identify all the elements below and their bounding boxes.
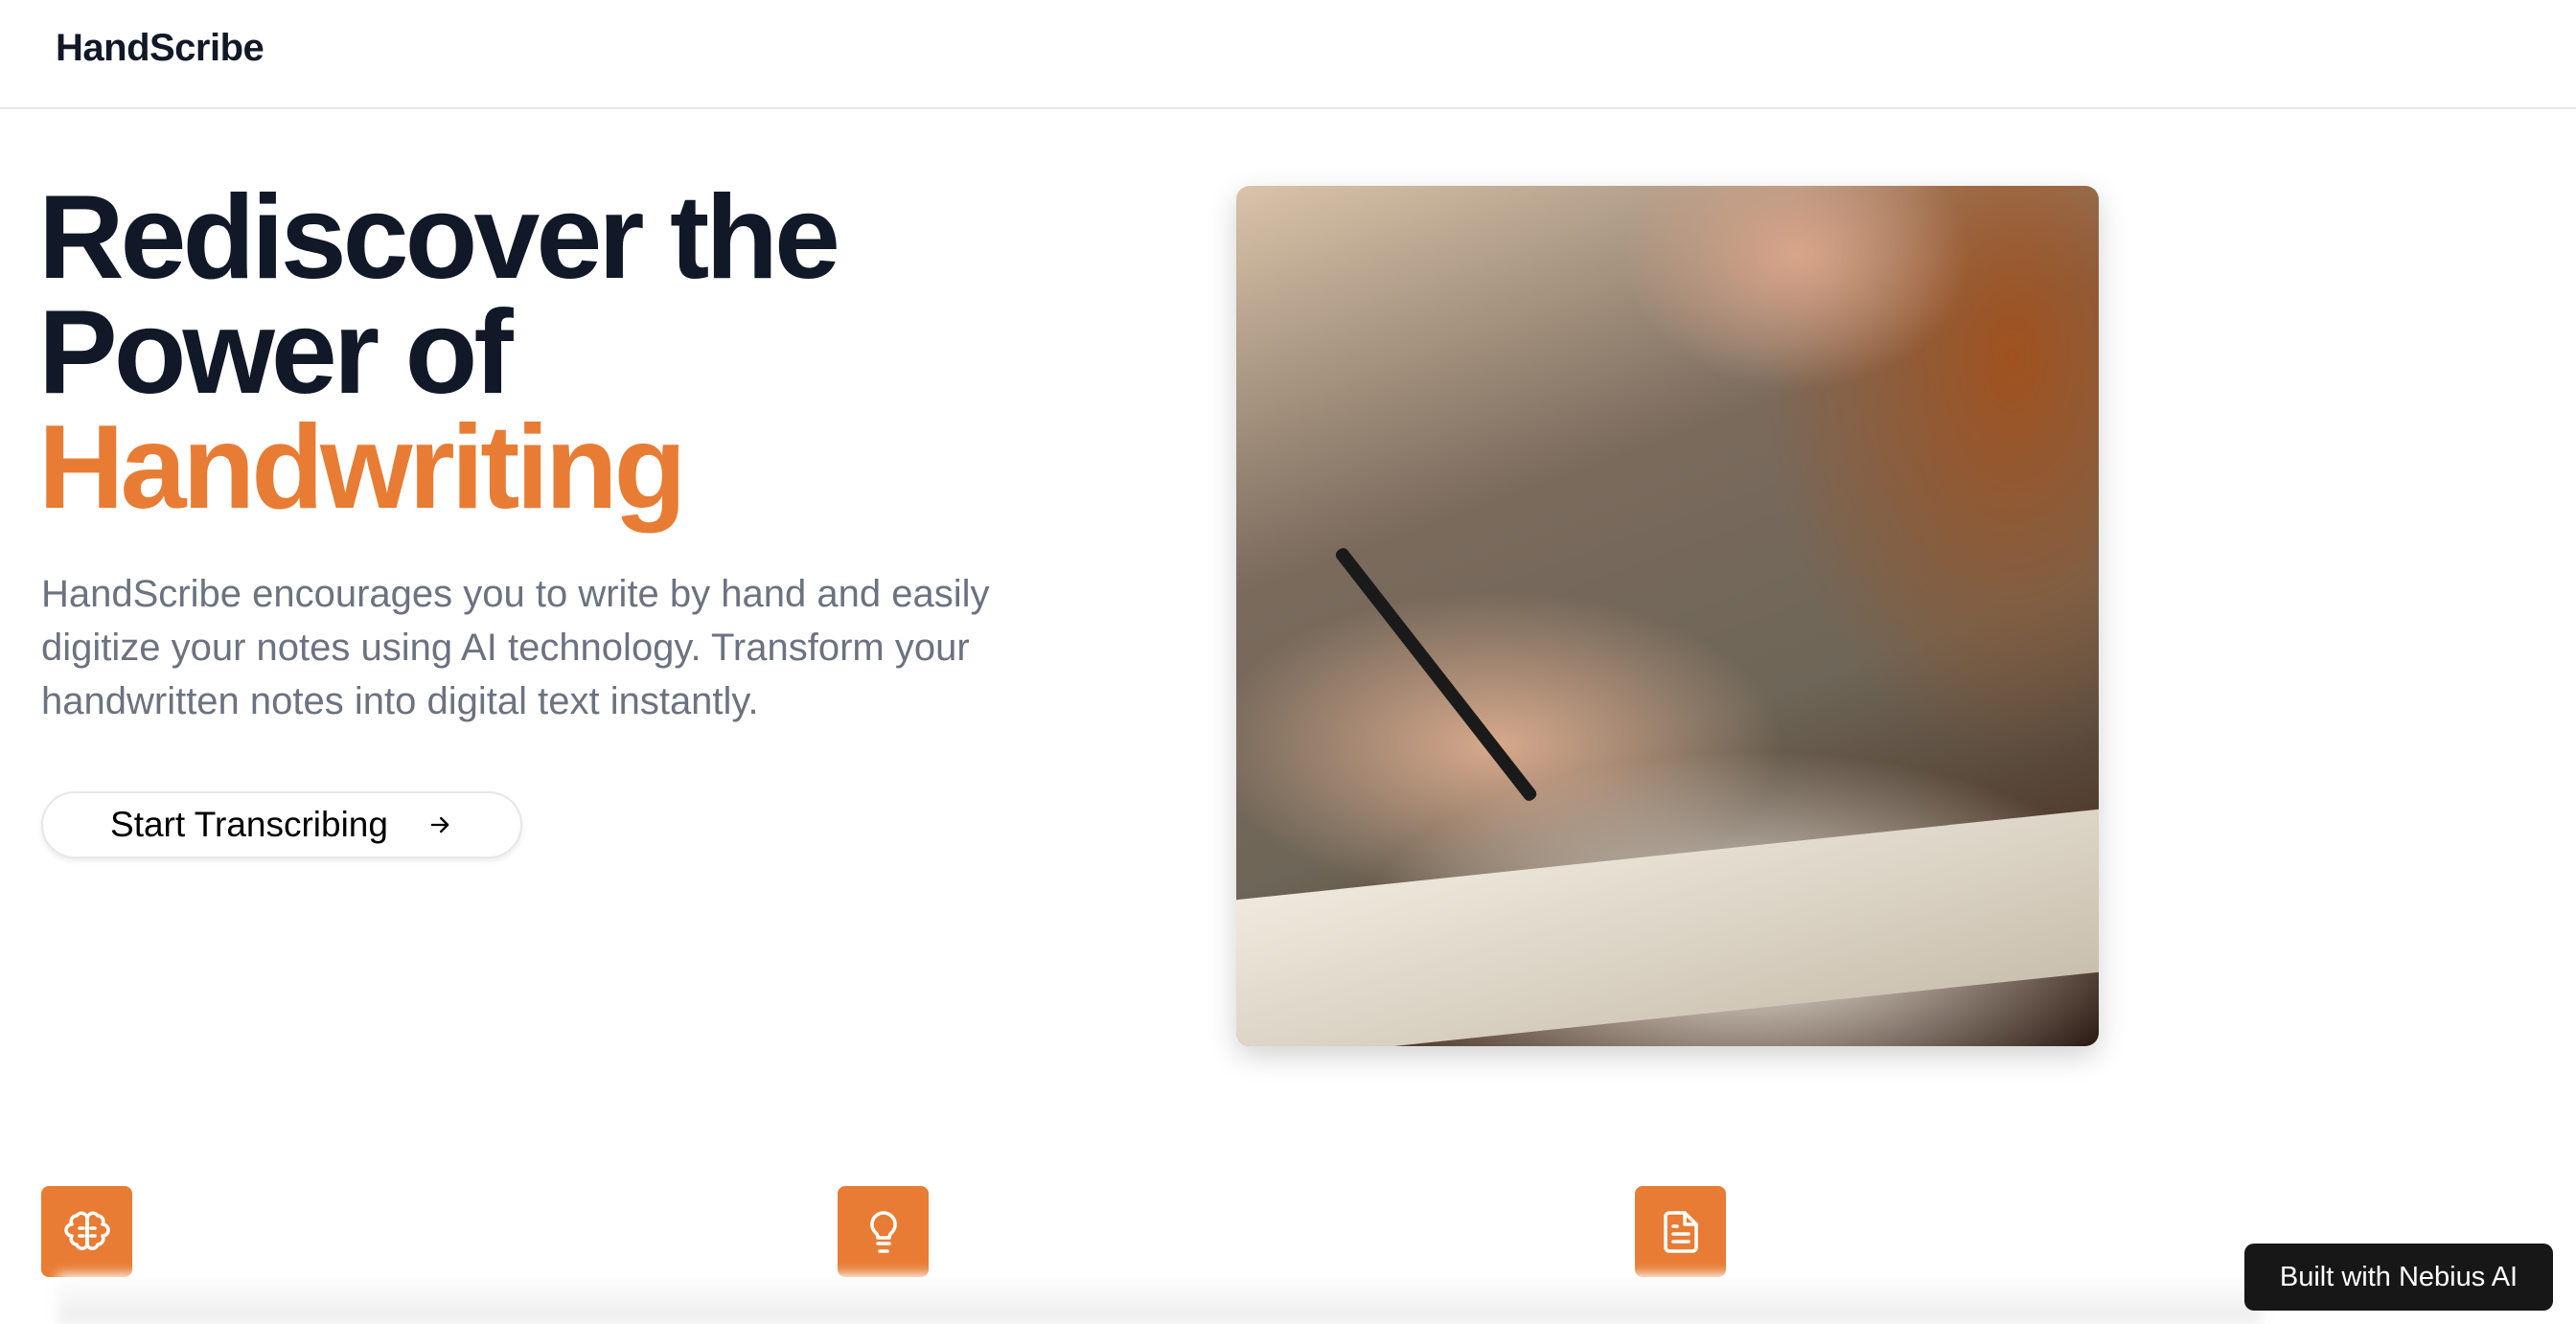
start-transcribing-button[interactable]: Start Transcribing <box>41 791 522 858</box>
arrow-right-icon <box>430 816 449 833</box>
feature-brain-tile <box>41 1186 132 1277</box>
brain-icon <box>63 1211 110 1250</box>
headline-line-2: Power of <box>38 286 514 419</box>
hero-description: HandScribe encourages you to write by ha… <box>41 573 990 722</box>
cta-label: Start Transcribing <box>110 805 388 844</box>
site-header: HandScribe <box>0 0 2576 109</box>
headline-accent: Handwriting <box>38 401 686 534</box>
pen-illustration <box>1333 545 1539 804</box>
bottom-fade <box>58 1274 2262 1324</box>
built-with-nebius-badge[interactable]: Built with Nebius AI <box>2244 1244 2553 1311</box>
feature-lightbulb-tile <box>838 1186 929 1277</box>
lightbulb-icon <box>869 1210 897 1253</box>
notebook-illustration <box>1236 809 2099 1046</box>
file-text-icon <box>1663 1210 1698 1253</box>
feature-document-tile <box>1635 1186 1726 1277</box>
brand-logo[interactable]: HandScribe <box>56 27 264 70</box>
hero-headline: Rediscover the Power of Handwriting <box>38 171 840 534</box>
hero-image <box>1236 186 2099 1046</box>
headline-line-1: Rediscover the <box>38 171 840 304</box>
